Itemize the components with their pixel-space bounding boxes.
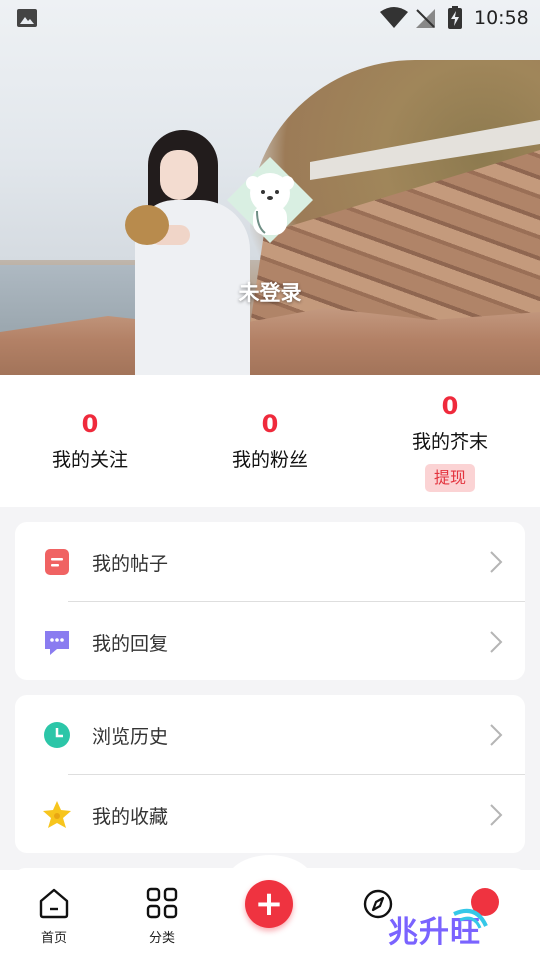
avatar[interactable] xyxy=(227,157,313,243)
status-bar: 10:58 xyxy=(0,0,540,36)
menu-item-my-replies[interactable]: 我的回复 xyxy=(15,602,525,681)
person-face xyxy=(160,150,198,200)
history-clock-icon xyxy=(44,722,70,748)
stat-mustard[interactable]: 0 我的芥末 提现 xyxy=(360,392,540,492)
menu-card-posts: 我的帖子 我的回复 xyxy=(15,522,525,680)
following-label: 我的关注 xyxy=(51,449,128,471)
menu-label: 我的收藏 xyxy=(92,806,169,828)
grid-icon xyxy=(146,887,178,919)
plus-icon: + xyxy=(254,884,284,924)
fans-label: 我的粉丝 xyxy=(231,449,308,471)
nav-category[interactable]: 分类 xyxy=(122,887,202,946)
login-status-label[interactable]: 未登录 xyxy=(0,277,540,307)
home-icon xyxy=(39,888,69,919)
status-time: 10:58 xyxy=(474,7,529,29)
chevron-right-icon xyxy=(490,804,503,826)
reply-icon xyxy=(45,631,69,655)
nav-home-label: 首页 xyxy=(40,931,67,946)
add-post-button[interactable]: + xyxy=(245,880,293,928)
menu-label: 我的帖子 xyxy=(92,553,169,575)
gallery-notification-icon xyxy=(17,9,37,27)
menu-item-my-favorites[interactable]: 我的收藏 xyxy=(15,775,525,854)
withdraw-button[interactable]: 提现 xyxy=(424,464,475,492)
stats-panel: 0 我的关注 0 我的粉丝 0 我的芥末 提现 xyxy=(0,375,540,507)
coconut xyxy=(125,205,169,245)
favorite-star-icon xyxy=(43,801,71,828)
nav-category-label: 分类 xyxy=(148,931,175,946)
wifi-icon xyxy=(380,7,408,28)
post-icon xyxy=(45,549,69,575)
signal-icon xyxy=(416,9,435,28)
mustard-count: 0 xyxy=(441,392,459,420)
stat-following[interactable]: 0 我的关注 xyxy=(0,410,180,472)
nav-home[interactable]: 首页 xyxy=(14,887,94,946)
stat-fans[interactable]: 0 我的粉丝 xyxy=(180,410,360,472)
menu-label: 浏览历史 xyxy=(92,726,169,748)
menu-label: 我的回复 xyxy=(92,633,169,655)
chevron-right-icon xyxy=(490,551,503,573)
menu-item-my-posts[interactable]: 我的帖子 xyxy=(15,522,525,601)
mustard-label: 我的芥末 xyxy=(411,431,488,453)
menu-card-history: 浏览历史 我的收藏 xyxy=(15,695,525,853)
battery-charging-icon xyxy=(448,6,462,29)
chevron-right-icon xyxy=(490,631,503,653)
chevron-right-icon xyxy=(490,724,503,746)
watermark-signal-icon xyxy=(453,909,488,929)
menu-item-browse-history[interactable]: 浏览历史 xyxy=(15,695,525,774)
fans-count: 0 xyxy=(261,410,279,438)
following-count: 0 xyxy=(81,410,99,438)
